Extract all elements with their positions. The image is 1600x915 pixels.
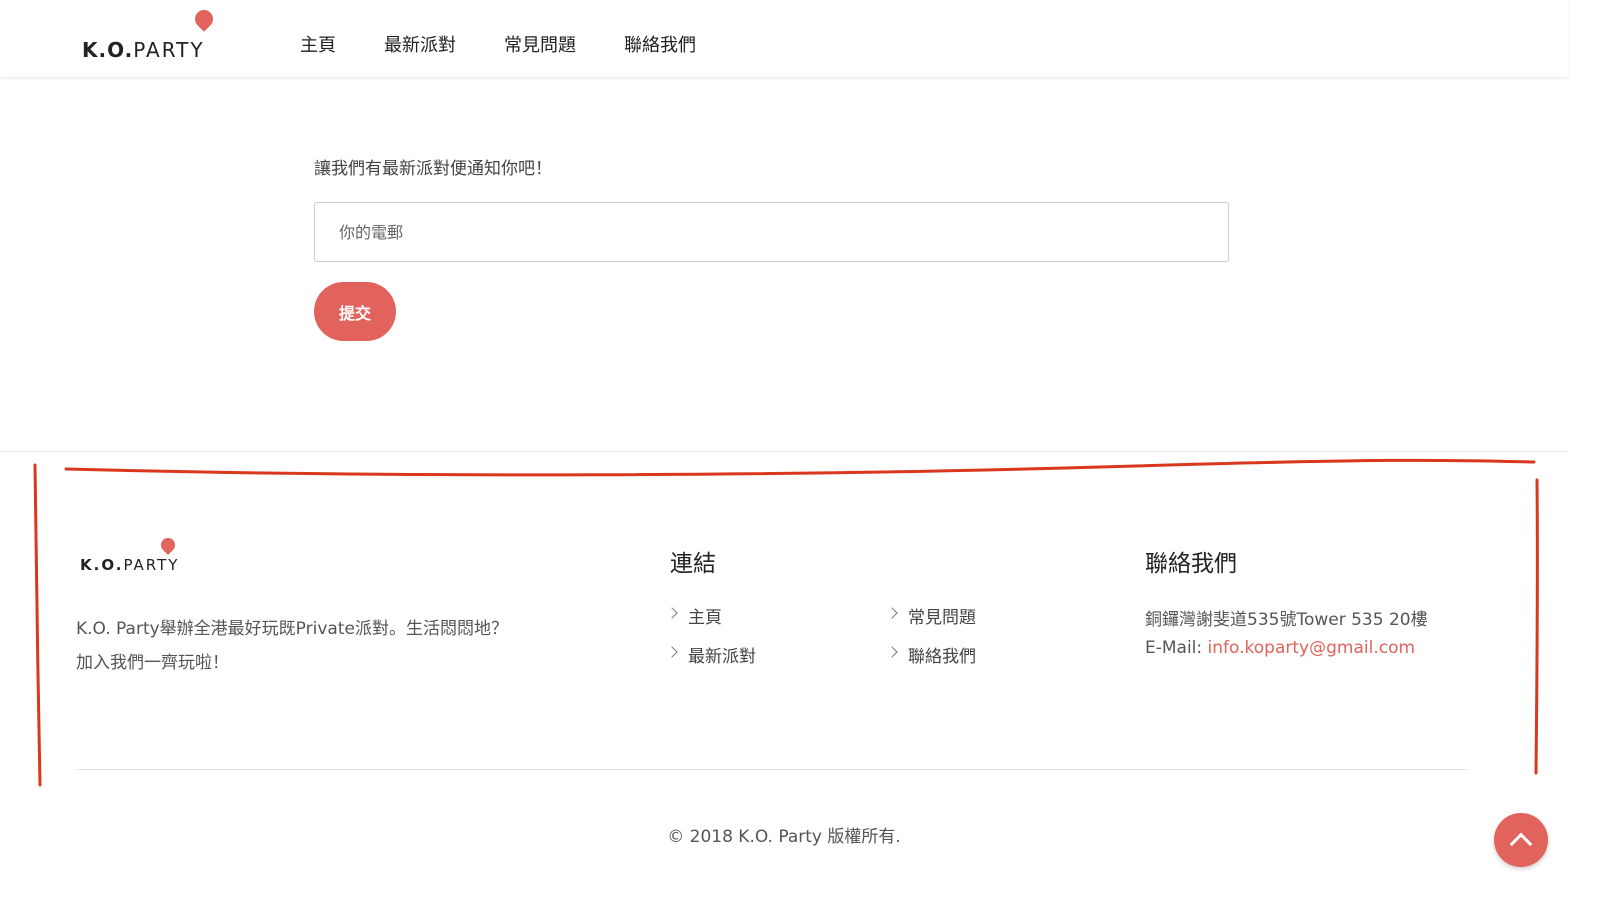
- footer-link-label: 最新派對: [688, 646, 756, 667]
- map-pin-icon: [158, 535, 178, 555]
- annotation-right-stroke: [1534, 478, 1539, 775]
- logo[interactable]: K.O.PARTY: [82, 38, 205, 62]
- footer-link-latest-parties[interactable]: 最新派對: [666, 642, 888, 667]
- contact-heading: 聯絡我們: [1145, 551, 1237, 577]
- footer-link-label: 主頁: [688, 607, 722, 628]
- footer-logo-party-text: PARTY: [123, 556, 180, 574]
- annotation-overlay: [33, 458, 1539, 787]
- nav-item-contact[interactable]: 聯絡我們: [624, 31, 696, 57]
- logo-ko-text: K.O.: [82, 38, 134, 62]
- copyright-text: © 2018 K.O. Party 版權所有.: [667, 827, 901, 847]
- annotation-left-stroke: [33, 463, 42, 787]
- logo-party-text: PARTY: [133, 38, 205, 62]
- chevron-up-icon: [1509, 832, 1533, 856]
- footer-link-label: 常見問題: [908, 607, 976, 628]
- nav-item-home[interactable]: 主頁: [300, 31, 336, 57]
- site-header: K.O.PARTY 主頁 最新派對 常見問題 聯絡我們: [0, 0, 1568, 78]
- footer-logo[interactable]: K.O.PARTY: [80, 556, 179, 574]
- links-heading: 連結: [670, 551, 716, 577]
- footer-links: 主頁 常見問題 最新派對 聯絡我們: [666, 603, 1108, 667]
- main-nav: 主頁 最新派對 常見問題 聯絡我們: [300, 31, 696, 57]
- email-label: E-Mail:: [1145, 638, 1208, 658]
- footer-link-home[interactable]: 主頁: [666, 603, 888, 628]
- subscribe-prompt: 讓我們有最新派對便通知你吧！: [314, 159, 552, 179]
- chevron-right-icon: [666, 646, 678, 658]
- footer-link-label: 聯絡我們: [908, 646, 976, 667]
- footer-description: K.O. Party舉辦全港最好玩既Private派對。生活悶悶地？加入我們一齊…: [76, 619, 508, 673]
- scrollbar[interactable]: [1568, 0, 1600, 915]
- chevron-right-icon: [886, 646, 898, 658]
- email-input[interactable]: [314, 202, 1229, 262]
- section-divider: [0, 451, 1568, 452]
- contact-email-row: E-Mail: info.koparty@gmail.com: [1145, 638, 1415, 658]
- contact-address: 銅鑼灣謝斐道535號Tower 535 20樓: [1145, 610, 1428, 630]
- submit-button[interactable]: 提交: [314, 282, 396, 341]
- email-link[interactable]: info.koparty@gmail.com: [1208, 638, 1415, 658]
- footer-link-contact[interactable]: 聯絡我們: [886, 642, 1108, 667]
- nav-item-latest-parties[interactable]: 最新派對: [384, 31, 456, 57]
- chevron-right-icon: [886, 607, 898, 619]
- footer-link-faq[interactable]: 常見問題: [886, 603, 1108, 628]
- back-to-top-button[interactable]: [1494, 813, 1548, 867]
- map-pin-icon: [191, 6, 217, 32]
- chevron-right-icon: [666, 607, 678, 619]
- nav-item-faq[interactable]: 常見問題: [504, 31, 576, 57]
- footer-divider: [76, 769, 1468, 770]
- footer-logo-ko-text: K.O.: [80, 556, 124, 574]
- annotation-top-stroke: [64, 458, 1536, 477]
